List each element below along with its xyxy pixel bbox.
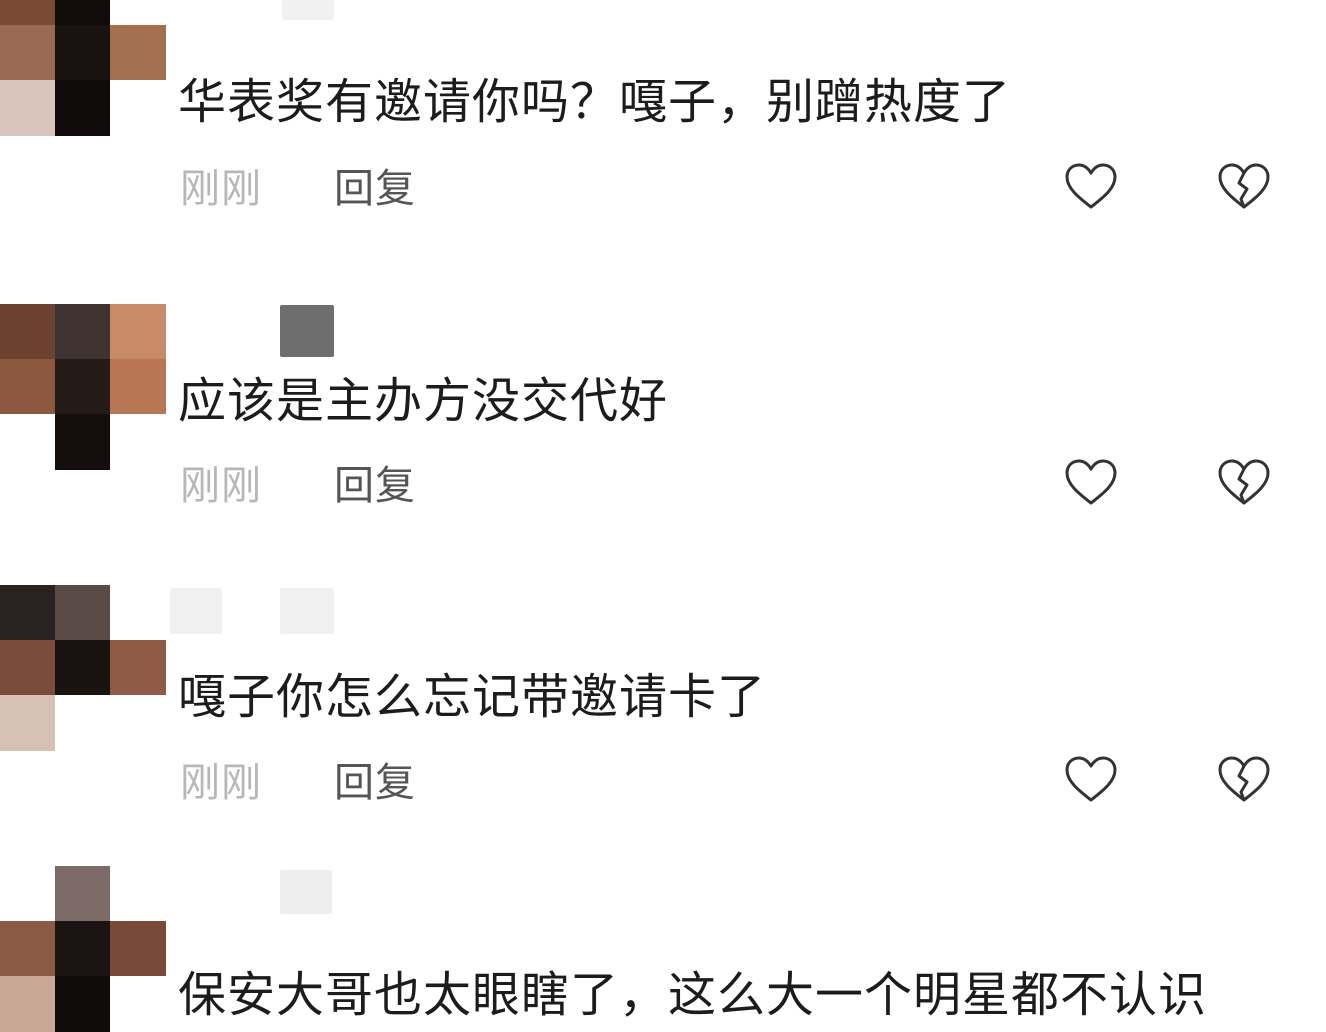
username-blur bbox=[170, 588, 222, 634]
heart-icon bbox=[1065, 459, 1117, 505]
avatar[interactable] bbox=[0, 866, 166, 1032]
comment-text: 保安大哥也太眼瞎了，这么大一个明星都不认识 bbox=[178, 967, 1208, 1023]
reply-button[interactable]: 回复 bbox=[334, 461, 416, 511]
like-button[interactable] bbox=[1064, 755, 1118, 805]
broken-heart-icon bbox=[1218, 459, 1270, 505]
username-blur bbox=[280, 305, 334, 357]
username-blur bbox=[280, 870, 332, 914]
avatar[interactable] bbox=[0, 304, 166, 470]
avatar[interactable] bbox=[0, 585, 166, 751]
username-blur bbox=[280, 588, 334, 634]
avatar[interactable] bbox=[0, 0, 166, 136]
comment-item: 嘎子你怎么忘记带邀请卡了 刚刚 回复 bbox=[0, 550, 1326, 850]
username-blur bbox=[282, 0, 334, 20]
comment-item: 华表奖有邀请你吗？嘎子，别蹭热度了 刚刚 回复 bbox=[0, 0, 1326, 250]
heart-icon bbox=[1065, 756, 1117, 802]
broken-heart-icon bbox=[1218, 756, 1270, 802]
like-button[interactable] bbox=[1064, 458, 1118, 508]
comment-text: 应该是主办方没交代好 bbox=[178, 373, 669, 429]
comment-text: 嘎子你怎么忘记带邀请卡了 bbox=[178, 669, 767, 725]
dislike-button[interactable] bbox=[1217, 458, 1271, 508]
dislike-button[interactable] bbox=[1217, 755, 1271, 805]
heart-icon bbox=[1065, 163, 1117, 209]
like-button[interactable] bbox=[1064, 162, 1118, 212]
dislike-button[interactable] bbox=[1217, 162, 1271, 212]
comment-text: 华表奖有邀请你吗？嘎子，别蹭热度了 bbox=[178, 74, 1012, 130]
comment-time: 刚刚 bbox=[180, 166, 262, 212]
reply-button[interactable]: 回复 bbox=[334, 164, 416, 214]
comment-time: 刚刚 bbox=[180, 760, 262, 806]
broken-heart-icon bbox=[1218, 163, 1270, 209]
comment-item: 保安大哥也太眼瞎了，这么大一个明星都不认识 bbox=[0, 850, 1326, 1032]
comment-time: 刚刚 bbox=[180, 463, 262, 509]
reply-button[interactable]: 回复 bbox=[334, 758, 416, 808]
comment-item: 应该是主办方没交代好 刚刚 回复 bbox=[0, 250, 1326, 550]
